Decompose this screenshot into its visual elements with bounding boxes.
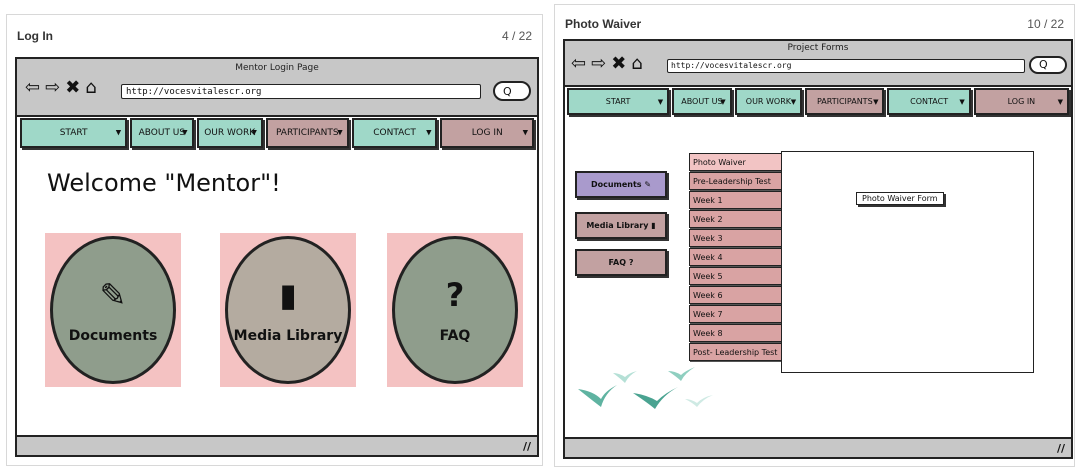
browser-window: Mentor Login Page ⇦ ⇨ ✖ ⌂ http://vocesvi…	[15, 57, 539, 457]
side-faq-label: FAQ	[608, 258, 627, 267]
nav-contact[interactable]: CONTACT ▼	[351, 118, 438, 148]
search-button[interactable]: Q	[493, 81, 531, 101]
nav-about-us[interactable]: ABOUT US ▼	[130, 118, 194, 148]
page-count: 4 / 22	[501, 29, 532, 43]
window-title: Project Forms	[787, 43, 849, 53]
media-library-button[interactable]: ▮ Media Library	[225, 236, 351, 384]
nav-our-work[interactable]: OUR WORK ▼	[734, 88, 803, 115]
welcome-heading: Welcome "Mentor"!	[47, 169, 281, 197]
birds-logo	[578, 367, 713, 409]
question-icon: ?	[445, 276, 465, 314]
nav-start[interactable]: START ▼	[567, 88, 670, 115]
home-icon[interactable]: ⌂	[631, 55, 642, 73]
browser-nav: ⇦ ⇨ ✖ ⌂	[571, 55, 643, 73]
forms-list-item[interactable]: Week 7	[689, 305, 785, 323]
nav-about-us[interactable]: ABOUT US ▼	[672, 88, 732, 115]
back-arrow-icon[interactable]: ⇦	[571, 55, 586, 73]
page-count: 10 / 22	[1027, 17, 1064, 31]
search-button[interactable]: Q	[1029, 56, 1067, 74]
form-preview: Photo Waiver Form	[781, 151, 1034, 373]
book-icon: ▮	[651, 221, 656, 230]
nav-participants[interactable]: PARTICIPANTS ▼	[265, 118, 349, 148]
nav-bar: START ▼ ABOUT US ▼ OUR WORK ▼ PARTICIPANTS ▼…	[565, 88, 1071, 118]
tile-media-library[interactable]: ▮ Media Library	[220, 233, 356, 387]
forward-arrow-icon[interactable]: ⇨	[45, 79, 60, 97]
tile-faq[interactable]: ? FAQ	[387, 233, 523, 387]
forms-list-item[interactable]: Week 2	[689, 210, 785, 228]
status-bar: //	[17, 435, 537, 455]
documents-label: Documents	[68, 328, 158, 344]
panel-photo-waiver: Photo Waiver 10 / 22 Project Forms ⇦ ⇨ ✖…	[554, 4, 1075, 467]
side-faq-button[interactable]: FAQ ?	[575, 249, 667, 276]
forms-list-item[interactable]: Week 6	[689, 286, 785, 304]
panel-title: Log In	[17, 29, 53, 43]
media-library-label: Media Library	[233, 328, 343, 344]
edit-icon: ✎	[644, 180, 652, 189]
forward-arrow-icon[interactable]: ⇨	[591, 55, 606, 73]
forms-list-item[interactable]: Pre-Leadership Test	[689, 172, 785, 190]
panel-title: Photo Waiver	[565, 17, 642, 31]
faq-button[interactable]: ? FAQ	[392, 236, 518, 384]
question-icon: ?	[628, 258, 634, 267]
close-icon[interactable]: ✖	[611, 55, 626, 73]
browser-nav: ⇦ ⇨ ✖ ⌂	[25, 79, 97, 97]
resize-grip-icon[interactable]: //	[1057, 442, 1065, 455]
nav-log-in[interactable]: LOG IN ▼	[973, 88, 1069, 115]
window-title: Mentor Login Page	[235, 63, 319, 73]
forms-list-item[interactable]: Week 4	[689, 248, 785, 266]
status-bar: //	[565, 437, 1071, 457]
side-documents-button[interactable]: Documents ✎	[575, 171, 667, 198]
forms-list-item[interactable]: Week 8	[689, 324, 785, 342]
forms-list-item[interactable]: Week 3	[689, 229, 785, 247]
side-media-library-button[interactable]: Media Library ▮	[575, 212, 667, 239]
home-icon[interactable]: ⌂	[85, 79, 96, 97]
edit-icon: ✎	[99, 276, 127, 314]
url-field[interactable]: http://vocesvitalescr.org	[121, 84, 481, 99]
nav-start[interactable]: START ▼	[20, 118, 128, 148]
nav-log-in[interactable]: LOG IN ▼	[440, 118, 534, 148]
side-media-library-label: Media Library	[586, 221, 649, 230]
browser-titlebar: Mentor Login Page ⇦ ⇨ ✖ ⌂ http://vocesvi…	[17, 59, 537, 117]
panel-login: Log In 4 / 22 Mentor Login Page ⇦ ⇨ ✖ ⌂ …	[6, 14, 543, 466]
url-field[interactable]: http://vocesvitalescr.org	[667, 59, 1025, 73]
back-arrow-icon[interactable]: ⇦	[25, 79, 40, 97]
side-documents-label: Documents	[590, 180, 642, 189]
nav-contact[interactable]: CONTACT ▼	[887, 88, 971, 115]
book-icon: ▮	[279, 276, 297, 314]
forms-list-item[interactable]: Week 1	[689, 191, 785, 209]
nav-our-work[interactable]: OUR WORK ▼	[196, 118, 263, 148]
browser-titlebar: Project Forms ⇦ ⇨ ✖ ⌂ http://vocesvitale…	[565, 41, 1071, 87]
photo-waiver-form-label[interactable]: Photo Waiver Form	[856, 192, 944, 205]
forms-list-item[interactable]: Week 5	[689, 267, 785, 285]
browser-window: Project Forms ⇦ ⇨ ✖ ⌂ http://vocesvitale…	[563, 39, 1073, 459]
nav-bar: START ▼ ABOUT US ▼ OUR WORK ▼ PARTICIPANTS ▼…	[17, 118, 537, 152]
documents-button[interactable]: ✎ Documents	[50, 236, 176, 384]
resize-grip-icon[interactable]: //	[523, 440, 531, 453]
tile-documents[interactable]: ✎ Documents	[45, 233, 181, 387]
close-icon[interactable]: ✖	[65, 79, 80, 97]
nav-participants[interactable]: PARTICIPANTS ▼	[805, 88, 885, 115]
faq-label: FAQ	[439, 328, 471, 344]
forms-list-item[interactable]: Photo Waiver	[689, 153, 785, 171]
